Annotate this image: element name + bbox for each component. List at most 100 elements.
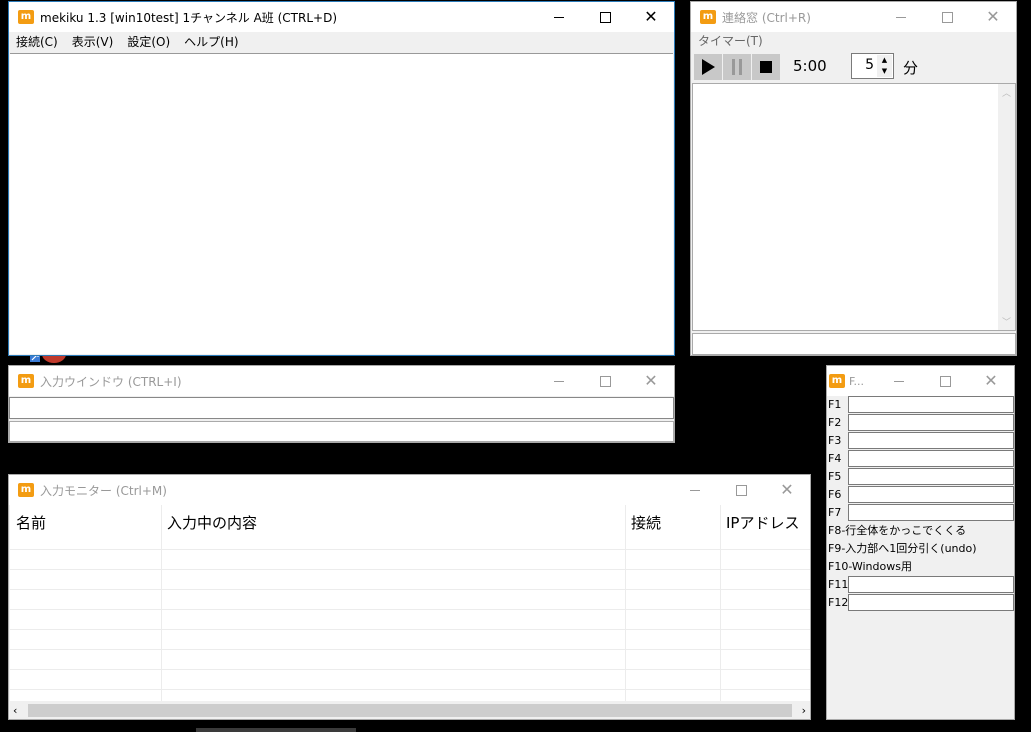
table-row[interactable] [10,589,810,610]
fkey-label: F3 [828,434,842,447]
maximize-button[interactable] [718,475,764,505]
table-row[interactable] [10,669,810,690]
fkey-window-titlebar[interactable]: m F... ✕ [827,366,1014,396]
timer-pause-button[interactable] [723,54,751,80]
scroll-down-arrow[interactable]: ﹀ [998,315,1015,328]
fkey-label: F5 [828,470,842,483]
stop-icon [760,61,772,73]
maximize-icon [599,375,611,387]
input-window-titlebar[interactable]: m 入力ウインドウ (CTRL+I) ✕ [9,366,674,396]
close-icon: ✕ [644,7,658,26]
maximize-button[interactable] [924,2,970,32]
window-title: 入力ウインドウ (CTRL+I) [40,374,182,389]
mekiku-app-icon[interactable]: m [700,10,716,24]
fkey-f12-field[interactable] [848,594,1014,611]
monitor-horizontal-scrollbar[interactable]: ‹ › [10,702,810,719]
menu-settings[interactable]: 設定(O) [120,32,177,52]
contact-input-field[interactable] [692,333,1016,355]
pause-icon [732,59,742,75]
maximize-button[interactable] [582,2,628,32]
monitor-table: 名前 入力中の内容 接続 IPアドレス [10,505,810,701]
input-secondary-field[interactable] [9,421,674,442]
minimize-button[interactable] [672,475,718,505]
fkey-f1-field[interactable] [848,396,1014,413]
input-window: m 入力ウインドウ (CTRL+I) ✕ [8,365,675,443]
fkey-f4-field[interactable] [848,450,1014,467]
minutes-unit-label: 分 [903,59,919,77]
fkey-f5-field[interactable] [848,468,1014,485]
caption-display-area[interactable] [10,53,673,354]
maximize-icon [735,484,747,496]
menu-view[interactable]: 表示(V) [65,32,121,52]
menu-connect[interactable]: 接続(C) [9,32,65,52]
mekiku-app-icon[interactable]: m [829,374,845,388]
fkey-f8-note: F8-行全体をかっこでくくる [828,524,967,537]
table-row[interactable] [10,609,810,630]
minimize-icon [896,16,906,18]
minimize-button[interactable] [876,366,922,396]
close-icon: ✕ [984,371,998,390]
fkey-window: m F... ✕ F1 F2 F3 F4 F5 F6 F7 F8-行全体をかっこ… [826,365,1015,720]
scroll-thumb[interactable] [28,704,792,717]
stepper-down-button[interactable]: ▼ [877,66,892,77]
timer-display: 5:00 [793,57,827,75]
maximize-icon [939,375,951,387]
scroll-left-arrow[interactable]: ‹ [13,702,17,719]
minutes-stepper[interactable]: 5 ▲ ▼ [851,53,894,79]
maximize-icon [599,11,611,23]
menu-help[interactable]: ヘルプ(H) [177,32,245,52]
close-button[interactable]: ✕ [764,475,810,505]
table-row[interactable] [10,649,810,670]
column-header-content[interactable]: 入力中の内容 [161,505,625,541]
minimize-icon [690,489,700,491]
fkey-f3-field[interactable] [848,432,1014,449]
menu-timer[interactable]: タイマー(T) [691,31,770,51]
mekiku-app-icon[interactable]: m [18,374,34,388]
close-button[interactable]: ✕ [970,2,1016,32]
fkey-f2-field[interactable] [848,414,1014,431]
close-button[interactable]: ✕ [628,366,674,396]
window-title: F... [849,374,865,388]
minimize-icon [554,16,564,18]
mekiku-app-icon[interactable]: m [18,483,34,497]
column-header-name[interactable]: 名前 [10,505,161,541]
minimize-icon [554,380,564,382]
scroll-up-arrow[interactable]: ︿ [998,86,1015,99]
input-monitor-titlebar[interactable]: m 入力モニター (Ctrl+M) ✕ [9,475,810,505]
taskbar-edge [196,728,356,732]
scroll-right-arrow[interactable]: › [802,702,806,719]
table-row[interactable] [10,549,810,570]
input-text-field[interactable] [9,397,674,419]
maximize-button[interactable] [922,366,968,396]
close-button[interactable]: ✕ [968,366,1014,396]
column-header-connection[interactable]: 接続 [625,505,720,541]
main-window: m mekiku 1.3 [win10test] 1チャンネル A班 (CTRL… [8,1,675,356]
table-row[interactable] [10,629,810,650]
fkey-f6-field[interactable] [848,486,1014,503]
mekiku-app-icon[interactable]: m [18,10,34,24]
menu-bar: 接続(C) 表示(V) 設定(O) ヘルプ(H) [9,32,674,52]
minimize-button[interactable] [536,2,582,32]
maximize-button[interactable] [582,366,628,396]
minimize-button[interactable] [878,2,924,32]
fkey-f9-note: F9-入力部へ1回分引く(undo) [828,542,977,555]
column-header-ip[interactable]: IPアドレス [720,505,810,541]
menu-bar: タイマー(T) [691,31,1016,51]
window-title: mekiku 1.3 [win10test] 1チャンネル A班 (CTRL+D… [40,10,338,25]
table-row[interactable] [10,569,810,590]
window-title: 連絡窓 (Ctrl+R) [722,10,811,25]
fkey-f7-field[interactable] [848,504,1014,521]
timer-play-button[interactable] [694,54,722,80]
close-icon: ✕ [986,7,1000,26]
stepper-up-button[interactable]: ▲ [877,55,892,66]
timer-stop-button[interactable] [752,54,780,80]
minimize-button[interactable] [536,366,582,396]
fkey-label: F4 [828,452,842,465]
fkey-label: F11 [828,578,849,591]
contact-log-area[interactable]: ︿ ﹀ [692,83,1016,331]
main-window-titlebar[interactable]: m mekiku 1.3 [win10test] 1チャンネル A班 (CTRL… [9,2,674,32]
contact-log-scrollbar[interactable]: ︿ ﹀ [998,84,1015,330]
close-button[interactable]: ✕ [628,2,674,32]
fkey-f11-field[interactable] [848,576,1014,593]
contact-window-titlebar[interactable]: m 連絡窓 (Ctrl+R) ✕ [691,2,1016,32]
